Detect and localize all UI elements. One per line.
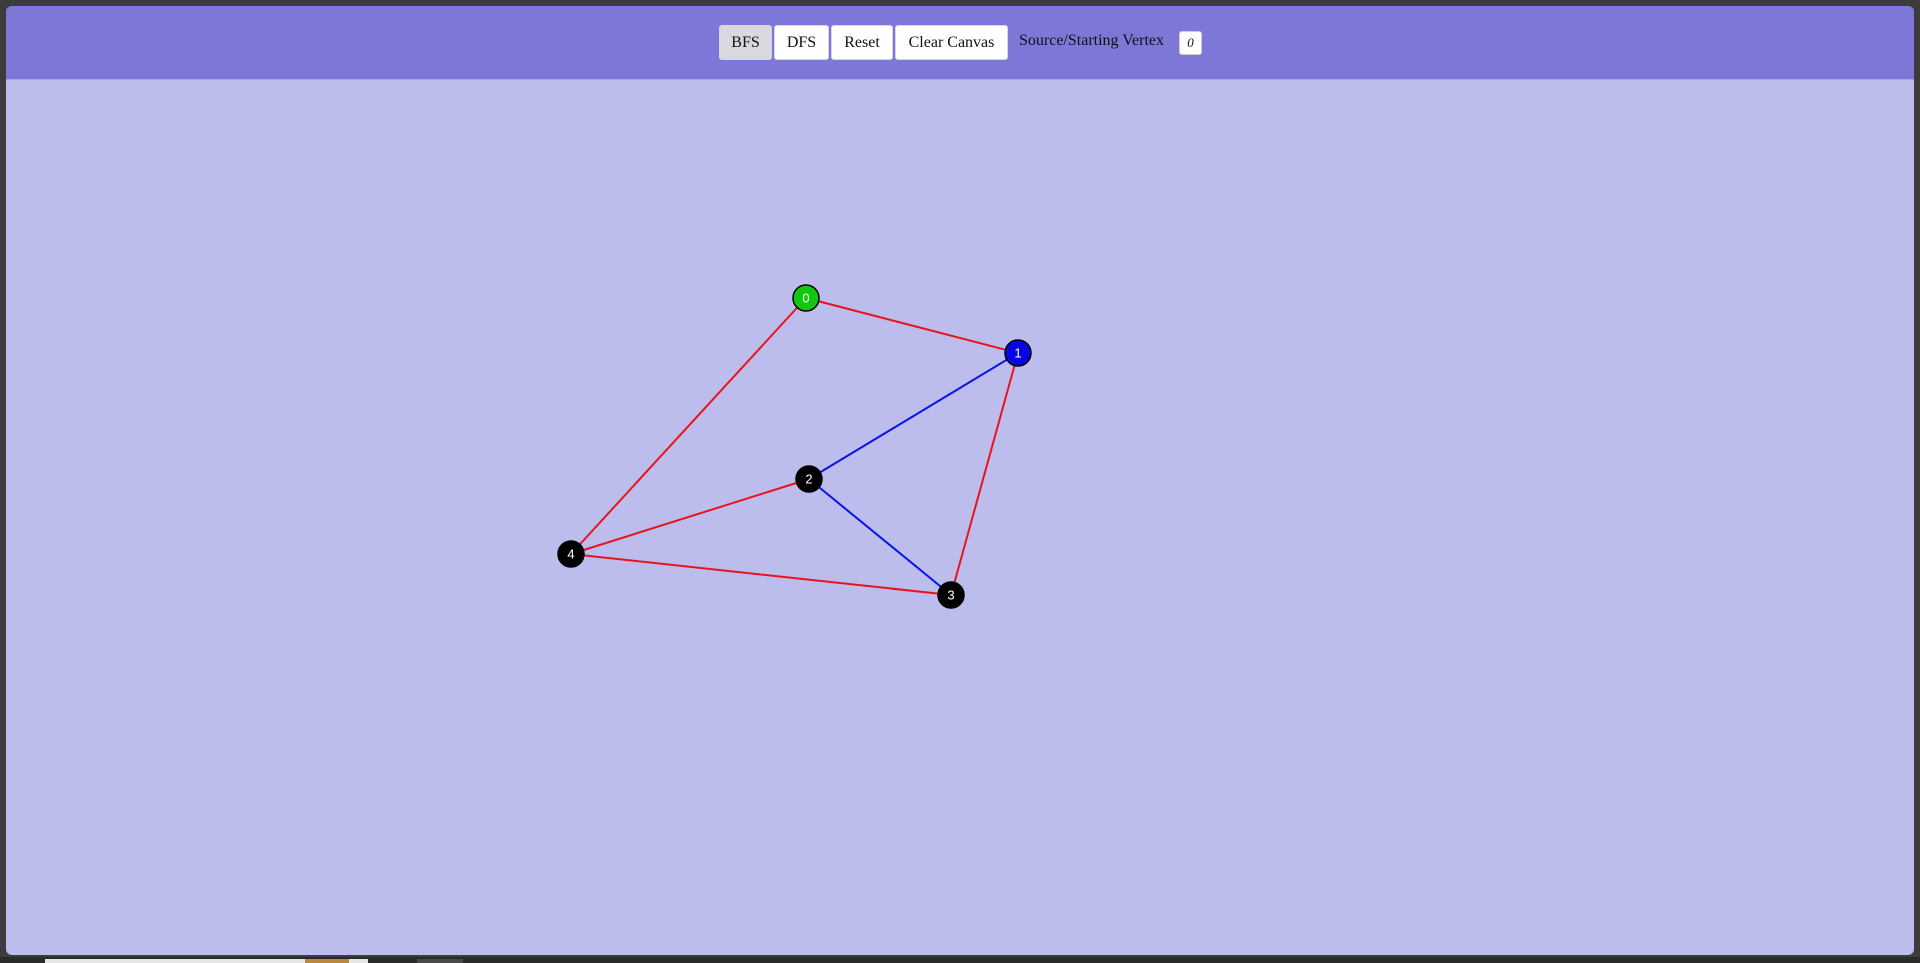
source-vertex-input[interactable] bbox=[1179, 31, 1202, 55]
vertex-3[interactable]: 3 bbox=[937, 581, 965, 609]
edges-layer bbox=[570, 297, 1019, 596]
vertex-label: 4 bbox=[567, 547, 574, 562]
vertex-1[interactable]: 1 bbox=[1004, 339, 1032, 367]
clear-canvas-button[interactable]: Clear Canvas bbox=[895, 25, 1008, 60]
edge-0-4 bbox=[570, 297, 807, 555]
vertex-2[interactable]: 2 bbox=[795, 465, 823, 493]
vertex-label: 0 bbox=[802, 291, 809, 306]
vertex-0[interactable]: 0 bbox=[792, 284, 820, 312]
vertex-label: 2 bbox=[805, 472, 812, 487]
vertex-4[interactable]: 4 bbox=[557, 540, 585, 568]
graph-canvas[interactable]: 0 1 2 3 4 bbox=[6, 80, 1914, 955]
edge-1-3 bbox=[950, 352, 1019, 596]
edge-0-1 bbox=[805, 297, 1019, 354]
source-vertex-label: Source/Starting Vertex bbox=[1019, 32, 1165, 49]
edge-1-2 bbox=[808, 352, 1019, 480]
vertex-label: 3 bbox=[947, 588, 954, 603]
taskbar-item[interactable] bbox=[417, 959, 463, 963]
bfs-button[interactable]: BFS bbox=[719, 25, 772, 60]
toolbar: BFS DFS Reset Clear Canvas Source/Starti… bbox=[6, 6, 1914, 80]
edge-2-3 bbox=[808, 478, 952, 596]
vertex-label: 1 bbox=[1014, 346, 1021, 361]
reset-button[interactable]: Reset bbox=[831, 25, 893, 60]
dfs-button[interactable]: DFS bbox=[774, 25, 829, 60]
app-window: BFS DFS Reset Clear Canvas Source/Starti… bbox=[6, 6, 1914, 955]
edge-4-3 bbox=[570, 553, 952, 596]
taskbar-app-icon[interactable] bbox=[305, 959, 349, 963]
